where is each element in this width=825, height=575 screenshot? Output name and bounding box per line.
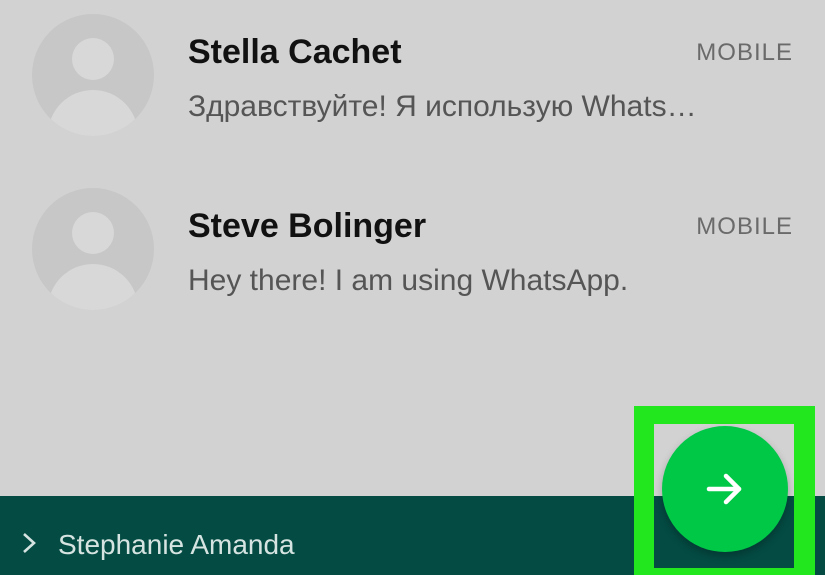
selected-contact-chip[interactable]: Stephanie Amanda: [58, 528, 295, 562]
contact-status: Hey there! I am using WhatsApp.: [188, 264, 629, 297]
contact-row-stella-cachet[interactable]: Stella Cachet MOBILE Здравствуйте! Я исп…: [0, 0, 825, 160]
avatar-head: [72, 212, 114, 254]
arrow-right-icon: [706, 473, 742, 505]
avatar-shoulders: [48, 90, 138, 136]
chevron-right-icon: [23, 533, 36, 553]
next-button[interactable]: [662, 426, 788, 552]
contact-status: Здравствуйте! Я использую Whats…: [188, 90, 697, 123]
default-avatar-icon: [32, 14, 154, 136]
default-avatar-icon: [32, 188, 154, 310]
contact-phone-type: MOBILE: [696, 39, 793, 66]
avatar-shoulders: [48, 264, 138, 310]
contact-row-steve-bolinger[interactable]: Steve Bolinger MOBILE Hey there! I am us…: [0, 174, 825, 334]
contact-name: Steve Bolinger: [188, 207, 427, 245]
avatar-head: [72, 38, 114, 80]
contact-name: Stella Cachet: [188, 33, 402, 71]
contact-phone-type: MOBILE: [696, 213, 793, 240]
